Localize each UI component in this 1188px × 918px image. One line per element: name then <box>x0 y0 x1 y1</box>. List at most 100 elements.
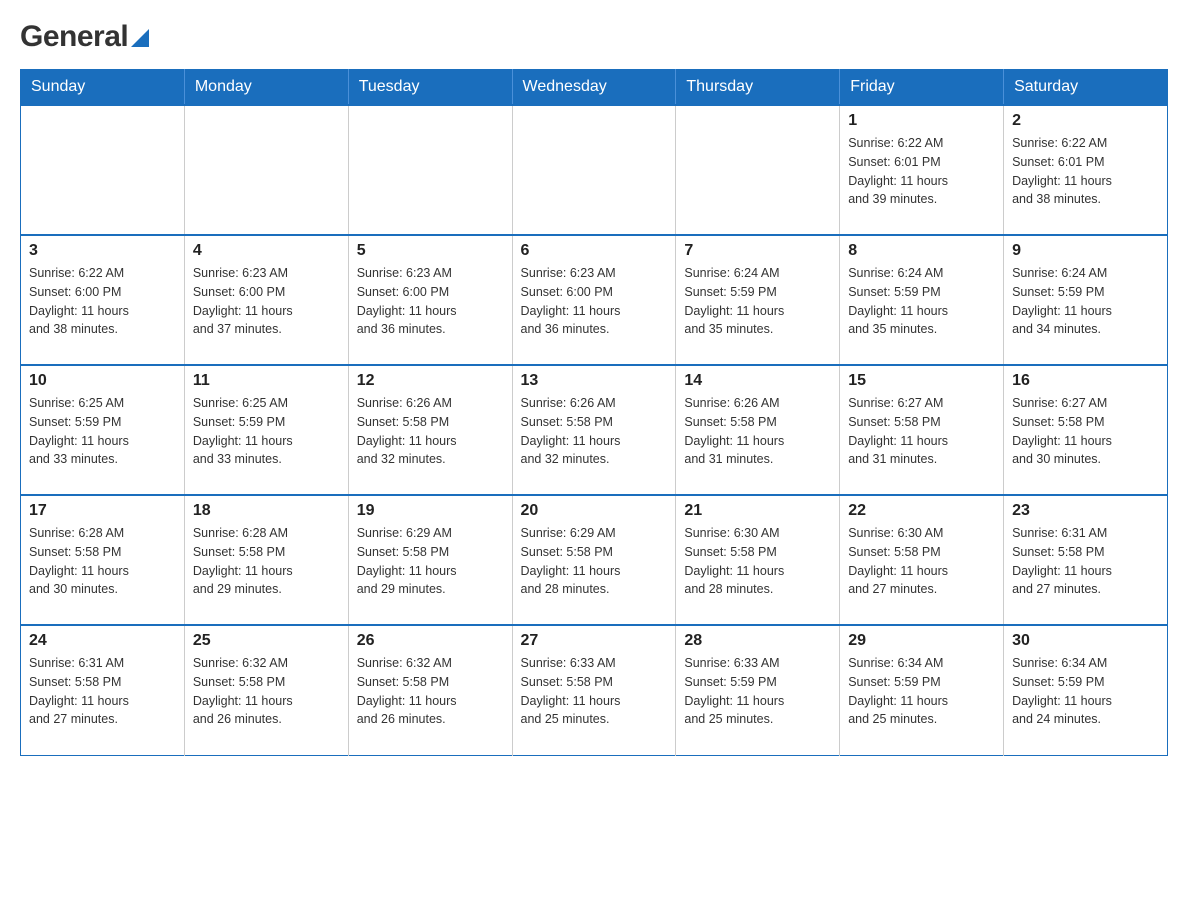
calendar-table: SundayMondayTuesdayWednesdayThursdayFrid… <box>20 69 1168 756</box>
day-number: 22 <box>848 502 995 520</box>
calendar-cell: 10 Sunrise: 6:25 AM Sunset: 5:59 PM Dayli… <box>21 365 185 495</box>
day-info: Sunrise: 6:22 AM Sunset: 6:01 PM Dayligh… <box>1012 134 1159 209</box>
calendar-cell: 22 Sunrise: 6:30 AM Sunset: 5:58 PM Dayli… <box>840 495 1004 625</box>
day-number: 3 <box>29 242 176 260</box>
day-number: 1 <box>848 112 995 130</box>
day-info: Sunrise: 6:33 AM Sunset: 5:58 PM Dayligh… <box>521 654 668 729</box>
calendar-cell: 25 Sunrise: 6:32 AM Sunset: 5:58 PM Dayli… <box>184 625 348 755</box>
day-info: Sunrise: 6:32 AM Sunset: 5:58 PM Dayligh… <box>357 654 504 729</box>
day-number: 6 <box>521 242 668 260</box>
calendar-cell: 19 Sunrise: 6:29 AM Sunset: 5:58 PM Dayli… <box>348 495 512 625</box>
calendar-cell: 5 Sunrise: 6:23 AM Sunset: 6:00 PM Daylig… <box>348 235 512 365</box>
day-number: 16 <box>1012 372 1159 390</box>
logo-line1: General <box>20 20 149 53</box>
calendar-cell: 26 Sunrise: 6:32 AM Sunset: 5:58 PM Dayli… <box>348 625 512 755</box>
weekday-header-saturday: Saturday <box>1004 70 1168 106</box>
day-info: Sunrise: 6:23 AM Sunset: 6:00 PM Dayligh… <box>193 264 340 339</box>
day-number: 13 <box>521 372 668 390</box>
calendar-cell: 12Sunrise: 6:26 AM Sunset: 5:58 PM Dayli… <box>348 365 512 495</box>
day-info: Sunrise: 6:26 AM Sunset: 5:58 PM Dayligh… <box>521 394 668 469</box>
day-info: Sunrise: 6:24 AM Sunset: 5:59 PM Dayligh… <box>848 264 995 339</box>
day-number: 18 <box>193 502 340 520</box>
calendar-cell: 6 Sunrise: 6:23 AM Sunset: 6:00 PM Daylig… <box>512 235 676 365</box>
day-number: 23 <box>1012 502 1159 520</box>
weekday-header-monday: Monday <box>184 70 348 106</box>
day-info: Sunrise: 6:27 AM Sunset: 5:58 PM Dayligh… <box>848 394 995 469</box>
day-info: Sunrise: 6:25 AM Sunset: 5:59 PM Dayligh… <box>29 394 176 469</box>
calendar-cell: 18 Sunrise: 6:28 AM Sunset: 5:58 PM Dayli… <box>184 495 348 625</box>
day-number: 29 <box>848 632 995 650</box>
day-info: Sunrise: 6:27 AM Sunset: 5:58 PM Dayligh… <box>1012 394 1159 469</box>
calendar-cell <box>512 105 676 235</box>
calendar-week-1: 1 Sunrise: 6:22 AM Sunset: 6:01 PM Daylig… <box>21 105 1168 235</box>
calendar-cell: 9Sunrise: 6:24 AM Sunset: 5:59 PM Daylig… <box>1004 235 1168 365</box>
weekday-header-thursday: Thursday <box>676 70 840 106</box>
day-info: Sunrise: 6:23 AM Sunset: 6:00 PM Dayligh… <box>521 264 668 339</box>
day-number: 19 <box>357 502 504 520</box>
calendar-cell: 11Sunrise: 6:25 AM Sunset: 5:59 PM Dayli… <box>184 365 348 495</box>
calendar-cell: 3 Sunrise: 6:22 AM Sunset: 6:00 PM Daylig… <box>21 235 185 365</box>
calendar-week-5: 24 Sunrise: 6:31 AM Sunset: 5:58 PM Dayli… <box>21 625 1168 755</box>
day-info: Sunrise: 6:26 AM Sunset: 5:58 PM Dayligh… <box>357 394 504 469</box>
calendar-cell: 28 Sunrise: 6:33 AM Sunset: 5:59 PM Dayli… <box>676 625 840 755</box>
day-info: Sunrise: 6:23 AM Sunset: 6:00 PM Dayligh… <box>357 264 504 339</box>
calendar-cell <box>184 105 348 235</box>
day-info: Sunrise: 6:31 AM Sunset: 5:58 PM Dayligh… <box>29 654 176 729</box>
day-number: 25 <box>193 632 340 650</box>
calendar-cell: 15 Sunrise: 6:27 AM Sunset: 5:58 PM Dayli… <box>840 365 1004 495</box>
day-number: 28 <box>684 632 831 650</box>
day-number: 26 <box>357 632 504 650</box>
day-number: 27 <box>521 632 668 650</box>
day-number: 17 <box>29 502 176 520</box>
calendar-cell: 2 Sunrise: 6:22 AM Sunset: 6:01 PM Daylig… <box>1004 105 1168 235</box>
day-info: Sunrise: 6:28 AM Sunset: 5:58 PM Dayligh… <box>29 524 176 599</box>
day-info: Sunrise: 6:24 AM Sunset: 5:59 PM Dayligh… <box>684 264 831 339</box>
day-number: 15 <box>848 372 995 390</box>
day-number: 14 <box>684 372 831 390</box>
calendar-cell: 7 Sunrise: 6:24 AM Sunset: 5:59 PM Daylig… <box>676 235 840 365</box>
day-info: Sunrise: 6:24 AM Sunset: 5:59 PM Dayligh… <box>1012 264 1159 339</box>
day-number: 21 <box>684 502 831 520</box>
weekday-header-row: SundayMondayTuesdayWednesdayThursdayFrid… <box>21 70 1168 106</box>
day-info: Sunrise: 6:22 AM Sunset: 6:01 PM Dayligh… <box>848 134 995 209</box>
page-header: General <box>20 20 1168 53</box>
day-number: 2 <box>1012 112 1159 130</box>
calendar-cell: 24 Sunrise: 6:31 AM Sunset: 5:58 PM Dayli… <box>21 625 185 755</box>
day-number: 20 <box>521 502 668 520</box>
day-info: Sunrise: 6:29 AM Sunset: 5:58 PM Dayligh… <box>357 524 504 599</box>
day-info: Sunrise: 6:30 AM Sunset: 5:58 PM Dayligh… <box>848 524 995 599</box>
day-number: 10 <box>29 372 176 390</box>
day-info: Sunrise: 6:30 AM Sunset: 5:58 PM Dayligh… <box>684 524 831 599</box>
weekday-header-wednesday: Wednesday <box>512 70 676 106</box>
weekday-header-tuesday: Tuesday <box>348 70 512 106</box>
day-number: 24 <box>29 632 176 650</box>
day-info: Sunrise: 6:31 AM Sunset: 5:58 PM Dayligh… <box>1012 524 1159 599</box>
day-info: Sunrise: 6:34 AM Sunset: 5:59 PM Dayligh… <box>848 654 995 729</box>
day-number: 4 <box>193 242 340 260</box>
calendar-cell: 27 Sunrise: 6:33 AM Sunset: 5:58 PM Dayli… <box>512 625 676 755</box>
calendar-cell: 14Sunrise: 6:26 AM Sunset: 5:58 PM Dayli… <box>676 365 840 495</box>
calendar-cell <box>21 105 185 235</box>
calendar-cell: 23 Sunrise: 6:31 AM Sunset: 5:58 PM Dayli… <box>1004 495 1168 625</box>
day-info: Sunrise: 6:22 AM Sunset: 6:00 PM Dayligh… <box>29 264 176 339</box>
day-number: 7 <box>684 242 831 260</box>
day-info: Sunrise: 6:25 AM Sunset: 5:59 PM Dayligh… <box>193 394 340 469</box>
day-info: Sunrise: 6:33 AM Sunset: 5:59 PM Dayligh… <box>684 654 831 729</box>
calendar-cell: 16 Sunrise: 6:27 AM Sunset: 5:58 PM Dayli… <box>1004 365 1168 495</box>
calendar-cell <box>348 105 512 235</box>
calendar-cell: 4 Sunrise: 6:23 AM Sunset: 6:00 PM Daylig… <box>184 235 348 365</box>
calendar-cell: 30Sunrise: 6:34 AM Sunset: 5:59 PM Dayli… <box>1004 625 1168 755</box>
day-number: 8 <box>848 242 995 260</box>
calendar-cell: 13 Sunrise: 6:26 AM Sunset: 5:58 PM Dayli… <box>512 365 676 495</box>
calendar-cell: 20 Sunrise: 6:29 AM Sunset: 5:58 PM Dayli… <box>512 495 676 625</box>
calendar-cell: 8 Sunrise: 6:24 AM Sunset: 5:59 PM Daylig… <box>840 235 1004 365</box>
calendar-cell: 17 Sunrise: 6:28 AM Sunset: 5:58 PM Dayli… <box>21 495 185 625</box>
calendar-cell: 1 Sunrise: 6:22 AM Sunset: 6:01 PM Daylig… <box>840 105 1004 235</box>
weekday-header-sunday: Sunday <box>21 70 185 106</box>
calendar-week-4: 17 Sunrise: 6:28 AM Sunset: 5:58 PM Dayli… <box>21 495 1168 625</box>
day-info: Sunrise: 6:32 AM Sunset: 5:58 PM Dayligh… <box>193 654 340 729</box>
day-number: 5 <box>357 242 504 260</box>
day-info: Sunrise: 6:29 AM Sunset: 5:58 PM Dayligh… <box>521 524 668 599</box>
day-info: Sunrise: 6:34 AM Sunset: 5:59 PM Dayligh… <box>1012 654 1159 729</box>
day-info: Sunrise: 6:28 AM Sunset: 5:58 PM Dayligh… <box>193 524 340 599</box>
